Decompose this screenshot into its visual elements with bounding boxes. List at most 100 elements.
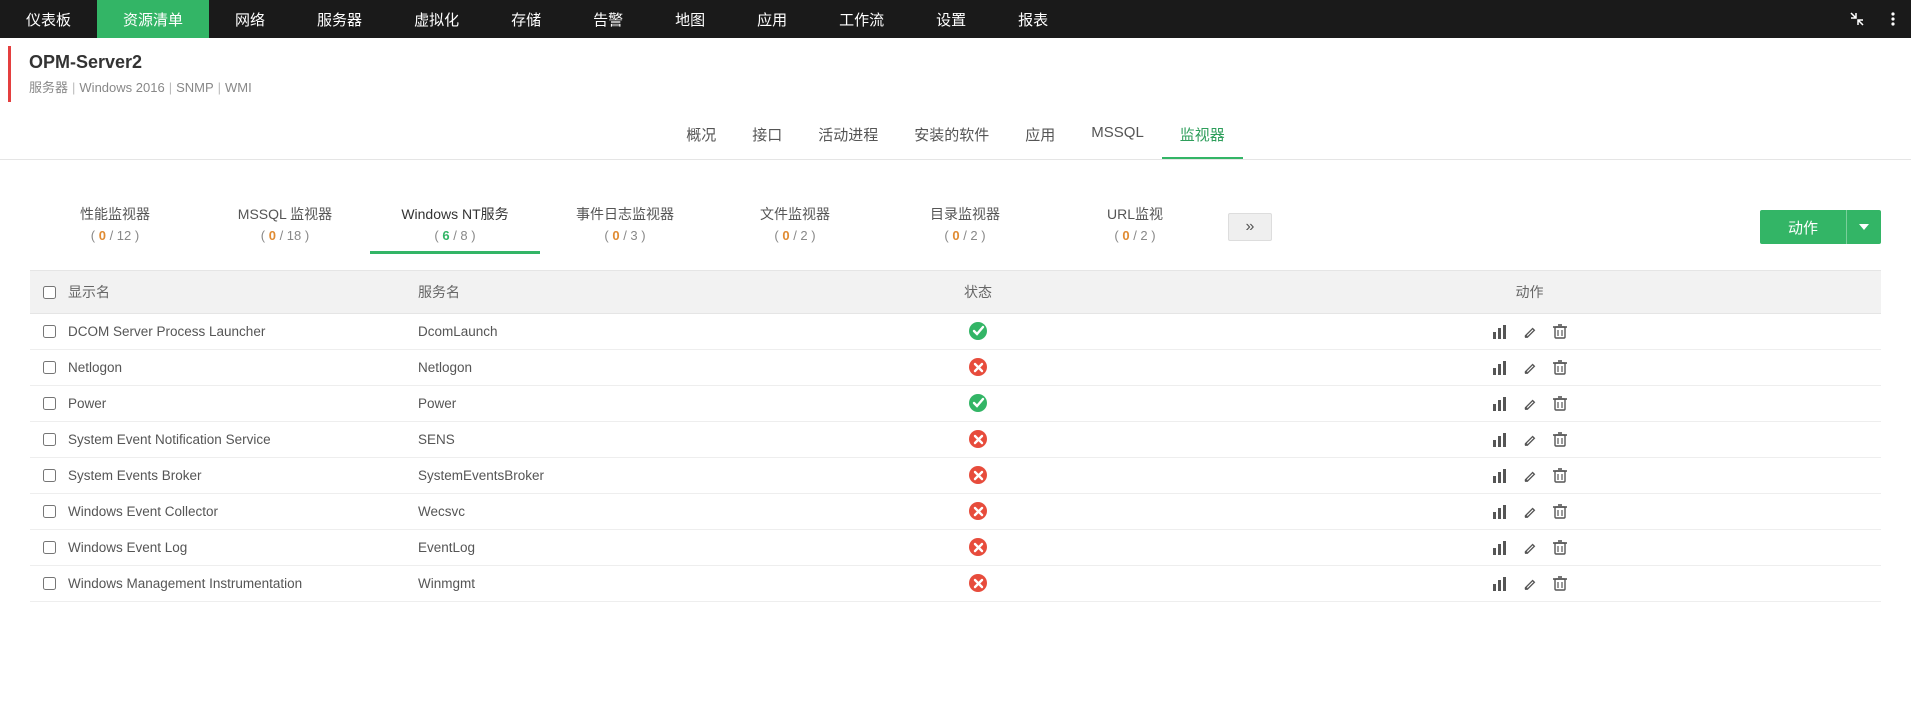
- top-nav-item[interactable]: 工作流: [813, 0, 910, 38]
- top-nav-item[interactable]: 地图: [649, 0, 731, 38]
- breadcrumb-item[interactable]: Windows 2016: [79, 80, 164, 95]
- detail-tab[interactable]: 安装的软件: [896, 114, 1007, 159]
- top-nav-item[interactable]: 存储: [485, 0, 567, 38]
- table-row: System Event Notification ServiceSENS: [30, 422, 1881, 458]
- edit-icon[interactable]: [1522, 324, 1538, 340]
- trash-icon[interactable]: [1552, 396, 1568, 412]
- row-checkbox[interactable]: [30, 361, 68, 374]
- row-checkbox[interactable]: [30, 469, 68, 482]
- table-row: Windows Event CollectorWecsvc: [30, 494, 1881, 530]
- chart-icon[interactable]: [1492, 360, 1508, 376]
- services-table: 显示名 服务名 状态 动作 DCOM Server Process Launch…: [30, 270, 1881, 602]
- breadcrumb-separator: |: [169, 80, 172, 95]
- chart-icon[interactable]: [1492, 576, 1508, 592]
- monitor-card-title: 事件日志监视器: [546, 204, 704, 224]
- top-nav-item[interactable]: 应用: [731, 0, 813, 38]
- edit-icon[interactable]: [1522, 396, 1538, 412]
- cell-display-name: Windows Event Collector: [68, 504, 418, 519]
- action-dropdown-button[interactable]: 动作: [1760, 210, 1881, 244]
- top-nav-item[interactable]: 虚拟化: [388, 0, 485, 38]
- cell-display-name: Power: [68, 396, 418, 411]
- monitor-card-count: ( 6 / 8 ): [376, 228, 534, 243]
- cell-display-name: System Events Broker: [68, 468, 418, 483]
- top-nav-item[interactable]: 资源清单: [97, 0, 209, 38]
- chart-icon[interactable]: [1492, 432, 1508, 448]
- row-checkbox[interactable]: [30, 577, 68, 590]
- row-checkbox[interactable]: [30, 325, 68, 338]
- monitor-category-card[interactable]: MSSQL 监视器( 0 / 18 ): [200, 200, 370, 254]
- monitor-category-card[interactable]: 目录监视器( 0 / 2 ): [880, 200, 1050, 254]
- trash-icon[interactable]: [1552, 468, 1568, 484]
- table-row: Windows Event LogEventLog: [30, 530, 1881, 566]
- detail-tab[interactable]: 监视器: [1162, 114, 1243, 159]
- edit-icon[interactable]: [1522, 468, 1538, 484]
- top-nav-item[interactable]: 设置: [910, 0, 992, 38]
- row-checkbox[interactable]: [30, 397, 68, 410]
- cell-service-name: Wecsvc: [418, 504, 778, 519]
- detail-tab[interactable]: 概况: [668, 114, 734, 159]
- trash-icon[interactable]: [1552, 540, 1568, 556]
- monitor-card-title: Windows NT服务: [376, 204, 534, 224]
- monitor-card-count: ( 0 / 3 ): [546, 228, 704, 243]
- row-checkbox[interactable]: [30, 433, 68, 446]
- monitor-category-card[interactable]: 事件日志监视器 ( 0 / 3 ): [540, 200, 710, 254]
- monitor-category-bar: 性能监视器( 0 / 12 )MSSQL 监视器( 0 / 18 )Window…: [0, 160, 1911, 264]
- chart-icon[interactable]: [1492, 396, 1508, 412]
- cell-display-name: Windows Management Instrumentation: [68, 576, 418, 591]
- chart-icon[interactable]: [1492, 540, 1508, 556]
- monitor-category-card[interactable]: 性能监视器 ( 0 / 12 ): [30, 200, 200, 254]
- breadcrumb-item[interactable]: WMI: [225, 80, 252, 95]
- detail-tab[interactable]: MSSQL: [1073, 114, 1162, 159]
- top-nav-item[interactable]: 报表: [992, 0, 1074, 38]
- more-button[interactable]: »: [1228, 213, 1272, 241]
- edit-icon[interactable]: [1522, 576, 1538, 592]
- collapse-icon[interactable]: [1839, 0, 1875, 38]
- detail-tabs: 概况接口活动进程安装的软件应用MSSQL监视器: [0, 114, 1911, 160]
- breadcrumb-item[interactable]: 服务器: [29, 80, 68, 95]
- edit-icon[interactable]: [1522, 360, 1538, 376]
- detail-tab[interactable]: 接口: [734, 114, 800, 159]
- chart-icon[interactable]: [1492, 468, 1508, 484]
- edit-icon[interactable]: [1522, 432, 1538, 448]
- page-title-block: OPM-Server2 服务器|Windows 2016|SNMP|WMI: [8, 46, 1911, 102]
- trash-icon[interactable]: [1552, 360, 1568, 376]
- top-nav-item[interactable]: 服务器: [291, 0, 388, 38]
- monitor-card-count: ( 0 / 12 ): [36, 228, 194, 243]
- monitor-category-card[interactable]: 文件监视器( 0 / 2 ): [710, 200, 880, 254]
- trash-icon[interactable]: [1552, 576, 1568, 592]
- table-row: PowerPower: [30, 386, 1881, 422]
- monitor-category-card[interactable]: Windows NT服务 ( 6 / 8 ): [370, 200, 540, 254]
- caret-down-icon: [1847, 224, 1881, 230]
- cell-actions: [1178, 468, 1881, 484]
- row-checkbox[interactable]: [30, 541, 68, 554]
- cell-status: [778, 466, 1178, 485]
- edit-icon[interactable]: [1522, 504, 1538, 520]
- more-menu-icon[interactable]: [1875, 0, 1911, 38]
- edit-icon[interactable]: [1522, 540, 1538, 556]
- breadcrumb-item[interactable]: SNMP: [176, 80, 214, 95]
- chart-icon[interactable]: [1492, 324, 1508, 340]
- monitor-card-title: URL监视: [1056, 204, 1214, 224]
- status-error-icon: [969, 574, 987, 592]
- cell-actions: [1178, 504, 1881, 520]
- top-nav-item[interactable]: 网络: [209, 0, 291, 38]
- cell-display-name: Netlogon: [68, 360, 418, 375]
- trash-icon[interactable]: [1552, 432, 1568, 448]
- trash-icon[interactable]: [1552, 324, 1568, 340]
- header-actions: 动作: [1178, 282, 1881, 302]
- monitor-category-card[interactable]: URL监视( 0 / 2 ): [1050, 200, 1220, 254]
- cell-service-name: DcomLaunch: [418, 324, 778, 339]
- row-checkbox[interactable]: [30, 505, 68, 518]
- chart-icon[interactable]: [1492, 504, 1508, 520]
- top-nav-item[interactable]: 仪表板: [0, 0, 97, 38]
- top-nav-item[interactable]: 告警: [567, 0, 649, 38]
- monitor-card-title: 性能监视器: [36, 204, 194, 224]
- header-service-name: 服务名: [418, 282, 778, 302]
- detail-tab[interactable]: 应用: [1007, 114, 1073, 159]
- select-all-checkbox[interactable]: [30, 286, 68, 299]
- trash-icon[interactable]: [1552, 504, 1568, 520]
- breadcrumb: 服务器|Windows 2016|SNMP|WMI: [29, 77, 1911, 96]
- cell-actions: [1178, 540, 1881, 556]
- status-error-icon: [969, 430, 987, 448]
- detail-tab[interactable]: 活动进程: [800, 114, 896, 159]
